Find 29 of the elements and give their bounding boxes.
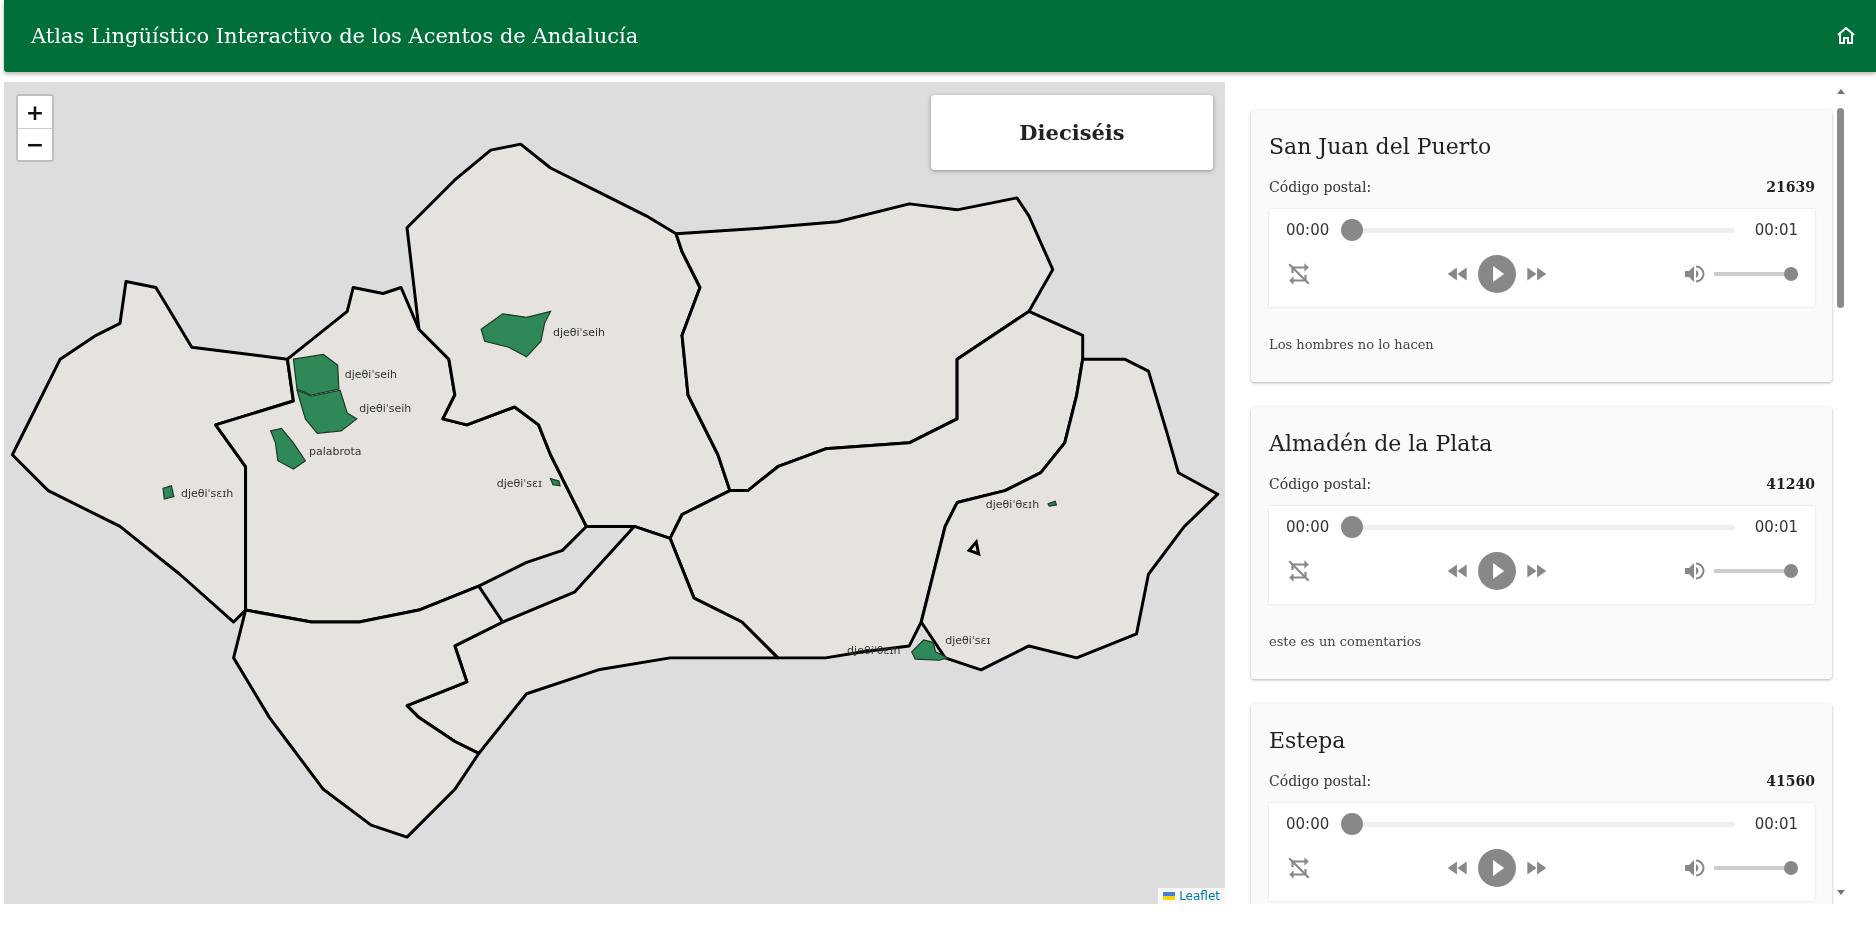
- postal-code-label: Código postal:: [1269, 179, 1372, 195]
- comment-text: Los hombres no lo hacen: [1269, 337, 1435, 352]
- map-label: djeθiˈseih: [344, 367, 397, 380]
- app-title: Atlas Lingüístico Interactivo de los Acentos de Andalucía: [31, 24, 639, 48]
- duration-time: 00:01: [1754, 815, 1798, 833]
- leaflet-link[interactable]: Leaflet: [1179, 889, 1220, 903]
- location-name: Almadén de la Plata: [1269, 431, 1494, 456]
- map-label: djeθiˈsɛɪ: [945, 633, 991, 647]
- postal-code: 21639: [1766, 179, 1815, 195]
- postal-code: 41240: [1766, 476, 1815, 492]
- current-time: 00:00: [1286, 221, 1330, 239]
- map-label: djeθiˈθɛɪh: [985, 497, 1040, 511]
- postal-code-label: Código postal:: [1269, 476, 1372, 492]
- zoom-out-button[interactable]: −: [18, 128, 52, 160]
- map-label: djeθiˈseih: [359, 401, 412, 415]
- map-label: palabrota: [308, 444, 362, 458]
- location-name: Estepa: [1269, 728, 1347, 753]
- map-label: djeθiˈsɛɪh: [181, 486, 234, 500]
- current-time: 00:00: [1286, 815, 1330, 833]
- comment-text: este es un comentarios: [1269, 634, 1423, 649]
- map-label: djeθiˈsɛɪ: [496, 476, 543, 490]
- map-label: djeθiˈseih: [552, 325, 606, 339]
- current-time: 00:00: [1286, 518, 1330, 536]
- duration-time: 00:01: [1754, 518, 1798, 536]
- word-card: Dieciséis: [931, 95, 1213, 170]
- location-name: San Juan del Puerto: [1269, 134, 1493, 159]
- duration-time: 00:01: [1754, 221, 1798, 239]
- postal-code: 41560: [1766, 773, 1815, 789]
- postal-code-label: Código postal:: [1269, 773, 1372, 789]
